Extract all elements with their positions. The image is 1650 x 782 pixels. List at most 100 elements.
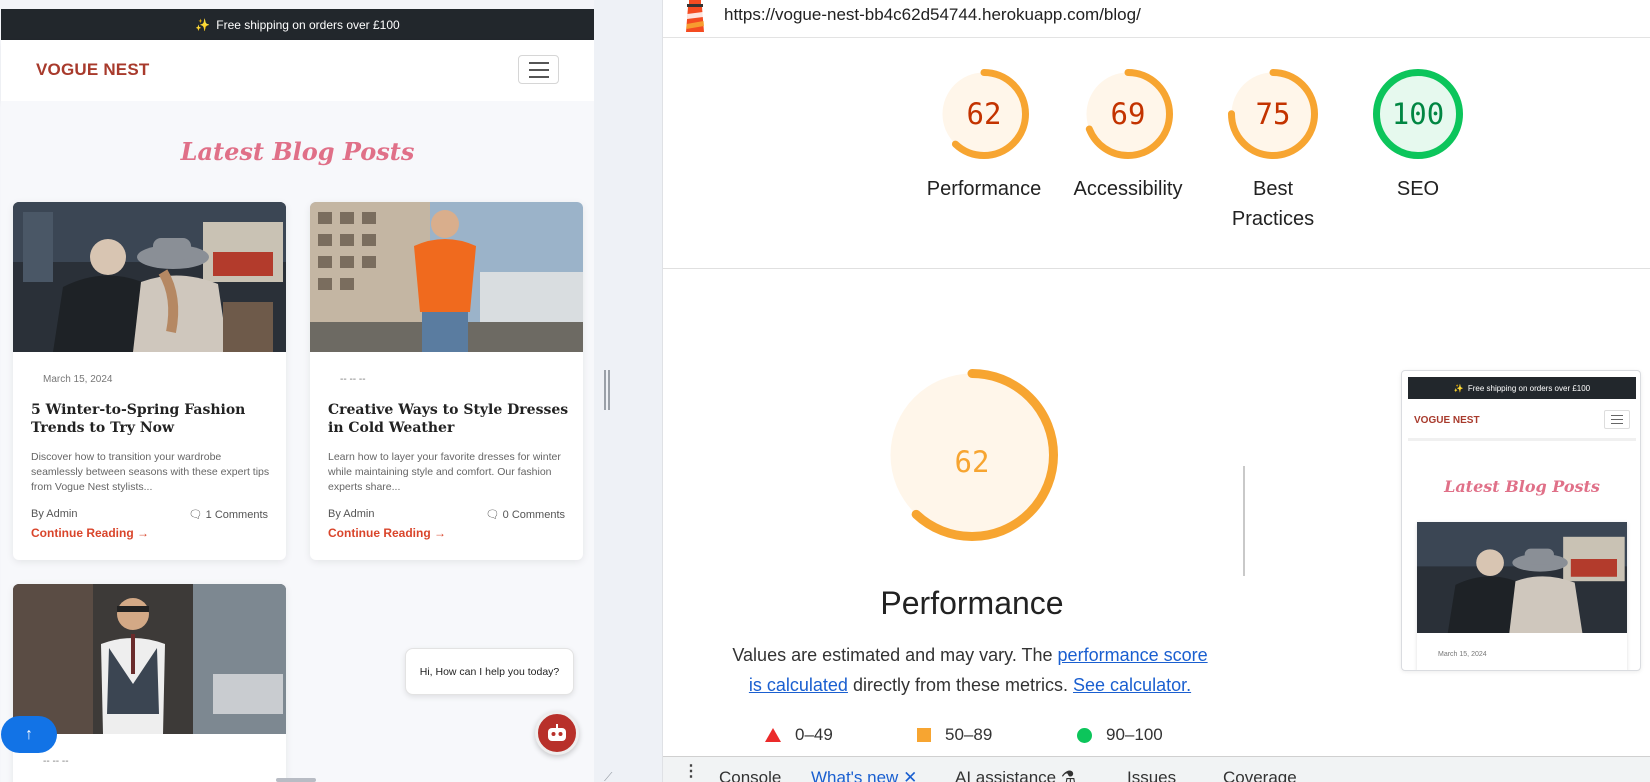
thumb-promo-text: Free shipping on orders over £100 [1467, 383, 1591, 393]
mobile-site-preview: ✨ Free shipping on orders over £100 VOGU… [0, 0, 594, 782]
gauge-ring: 100 [1373, 69, 1463, 159]
tab-issues[interactable]: Issues [1127, 768, 1176, 782]
final-screenshot-thumbnail[interactable]: ✨ Free shipping on orders over £100 VOGUE… [1401, 370, 1641, 671]
gauge-score: 75 [1256, 97, 1291, 131]
see-calculator-link[interactable]: See calculator. [1073, 675, 1191, 695]
arrow-up-icon: ↑ [25, 725, 33, 743]
continue-reading-link[interactable]: Continue Reading → [31, 526, 149, 540]
thumb-title: Latest Blog Posts [1444, 477, 1600, 496]
performance-gauge[interactable]: 62 Performance [919, 66, 1049, 204]
comments-count: 🗨 0 Comments [486, 508, 565, 521]
comments-count: 🗨 1 Comments [189, 508, 268, 521]
legend-average: 50–89 [917, 725, 992, 745]
gauge-ring: 75 [1228, 69, 1318, 159]
blog-card-image[interactable] [13, 202, 286, 352]
tab-ai-assistance[interactable]: AI assistance ⚗ [955, 768, 1076, 782]
performance-main-gauge: 62 [886, 369, 1058, 541]
thumb-date: March 15, 2024 [1438, 651, 1487, 658]
divider [1243, 466, 1245, 576]
legend-fail: 0–49 [765, 725, 833, 745]
desc-text: directly from these metrics. [847, 675, 1074, 695]
blog-card-image[interactable] [13, 584, 286, 734]
gauge-score: 62 [955, 445, 990, 479]
sparkles-icon: ✨ [1453, 383, 1464, 393]
legend-range: 90–100 [1106, 725, 1163, 744]
gauge-ring: 69 [1083, 69, 1173, 159]
tab-label: AI assistance [955, 768, 1057, 782]
scroll-to-top-button[interactable]: ↑ [1, 716, 57, 753]
comments-label: 0 Comments [502, 509, 565, 521]
gauge-label: SEO [1396, 178, 1440, 200]
gauge-label: Accessibility [1073, 178, 1183, 200]
report-url[interactable]: https://vogue-nest-bb4c62d54744.herokuap… [724, 5, 1141, 25]
post-excerpt: Learn how to layer your favorite dresses… [328, 451, 561, 493]
thumb-brand: VOGUE NEST [1414, 415, 1480, 426]
tab-label: What's new [811, 768, 899, 782]
promo-text: Free shipping on orders over £100 [216, 17, 400, 32]
circle-icon [1077, 727, 1092, 743]
navbar: VOGUE NEST [1, 40, 594, 101]
sparkles-icon: ✨ [195, 17, 211, 32]
blog-card: -- -- -- Creative Ways to Style Dresses … [310, 202, 583, 560]
chat-greeting-bubble[interactable]: Hi, How can I help you today? [405, 648, 574, 695]
performance-description: Values are estimated and may vary. The p… [725, 640, 1215, 700]
desc-text: Values are estimated and may vary. The [732, 645, 1058, 665]
gauge-score: 100 [1392, 97, 1444, 131]
lighthouse-report: https://vogue-nest-bb4c62d54744.herokuap… [662, 0, 1650, 782]
kebab-menu-icon[interactable]: ⋮ [683, 764, 699, 780]
main-category-title: Performance [880, 585, 1064, 621]
comment-icon: 🗨 [188, 509, 206, 521]
seo-gauge[interactable]: 100 SEO [1353, 66, 1483, 204]
brand-logo[interactable]: VOGUE NEST [36, 60, 149, 80]
blog-section: Latest Blog Posts March 15, 2024 5 Winte… [1, 101, 594, 782]
gauge-score: 62 [967, 97, 1002, 131]
post-author: By Admin [328, 508, 375, 520]
thumb-card-image [1417, 522, 1627, 633]
hamburger-menu-icon[interactable] [518, 55, 559, 84]
gauge-label: Best Practices [1231, 178, 1315, 230]
post-date: -- -- -- [340, 374, 366, 385]
accessibility-gauge[interactable]: 69 Accessibility [1063, 66, 1193, 204]
post-date: -- -- -- [43, 756, 69, 767]
top-strip [0, 0, 594, 9]
thumb-card: March 15, 2024 [1417, 522, 1627, 670]
thumb-promo-banner: ✨ Free shipping on orders over £100 [1408, 377, 1636, 399]
flask-icon: ⚗ [1060, 768, 1077, 782]
legend-pass: 90–100 [1077, 725, 1163, 745]
legend-range: 50–89 [945, 725, 993, 744]
blog-card: -- -- -- [13, 584, 286, 782]
post-author: By Admin [31, 508, 78, 520]
report-url-bar: https://vogue-nest-bb4c62d54744.herokuap… [663, 0, 1650, 38]
screen: ✨ Free shipping on orders over £100 VOGU… [0, 0, 1650, 782]
resize-grip-icon[interactable] [604, 370, 610, 410]
close-icon[interactable]: ✕ [903, 768, 917, 782]
triangle-icon [765, 728, 781, 742]
tab-console[interactable]: Console [719, 768, 781, 782]
gauge-ring: 62 [939, 69, 1029, 159]
resize-corner-icon[interactable]: ⟋ [604, 770, 612, 782]
best-practices-gauge[interactable]: 75 Best Practices [1208, 66, 1338, 234]
comments-label: 1 Comments [205, 509, 268, 521]
legend-range: 0–49 [795, 725, 833, 744]
tab-whats-new[interactable]: What's new ✕ [811, 768, 917, 782]
post-title[interactable]: 5 Winter-to-Spring Fashion Trends to Try… [31, 401, 276, 437]
blog-card-image[interactable] [310, 202, 583, 352]
divider [663, 268, 1650, 269]
gauge-score: 69 [1111, 97, 1146, 131]
comment-icon: 🗨 [485, 509, 503, 521]
blog-card: March 15, 2024 5 Winter-to-Spring Fashio… [13, 202, 286, 560]
post-title[interactable]: Creative Ways to Style Dresses in Cold W… [328, 401, 573, 437]
horizontal-scrollbar[interactable] [276, 778, 316, 782]
square-icon [917, 728, 931, 742]
hamburger-menu-icon [1604, 410, 1630, 429]
section-title: Latest Blog Posts [180, 137, 415, 166]
tab-coverage[interactable]: Coverage [1223, 768, 1297, 782]
thumb-nav-shadow [1408, 438, 1636, 441]
promo-banner: ✨ Free shipping on orders over £100 [1, 9, 594, 40]
chatbot-icon[interactable] [535, 711, 579, 755]
gauge-label: Performance [926, 178, 1042, 200]
continue-reading-link[interactable]: Continue Reading → [328, 526, 446, 540]
post-date: March 15, 2024 [43, 374, 113, 385]
devtools-drawer-tabs: ⋮ Console What's new ✕ AI assistance ⚗ I… [663, 756, 1650, 782]
post-excerpt: Discover how to transition your wardrobe… [31, 451, 270, 493]
